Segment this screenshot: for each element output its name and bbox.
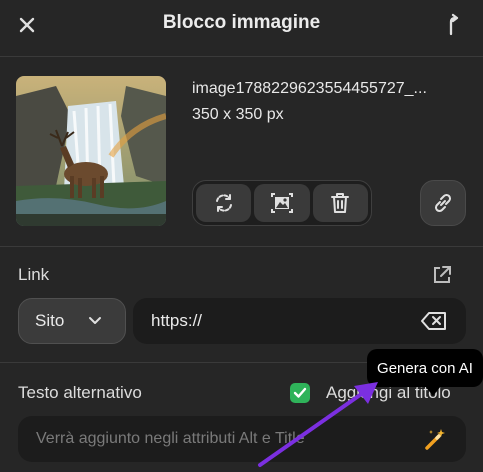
upload-arrow-icon [449,13,459,36]
focal-point-icon [270,193,293,213]
image-filename: image178822962355445572­7_... [192,80,427,97]
backspace-icon [421,312,446,330]
url-input[interactable]: https:// [133,298,466,344]
image-dimensions: 350 x 350 px [192,106,284,123]
delete-image-button[interactable] [312,184,368,222]
link-icon [434,193,452,213]
url-value: https:// [151,311,203,330]
tooltip-pointer [425,386,441,396]
divider [0,246,483,247]
focal-point-button[interactable] [254,184,310,222]
trash-icon [331,193,350,213]
link-type-value: Sito [35,311,65,330]
image-thumbnail[interactable] [16,76,166,226]
generate-ai-button[interactable] [422,426,448,452]
alt-text-label: Testo alternativo [18,383,142,402]
clear-url-button[interactable] [420,310,448,332]
image-tools-group [192,180,372,226]
link-label: Link [18,265,50,284]
external-link-icon [434,266,451,283]
annotation-arrow [258,382,378,467]
chevron-down-icon [89,317,102,324]
refresh-icon [215,194,232,212]
magic-wand-icon [425,429,445,450]
alt-text-input[interactable]: Verrà aggiunto negli attributi Alt e Tit… [18,416,466,462]
image-link-button[interactable] [420,180,466,226]
open-link-button[interactable] [431,264,453,286]
elk-waterfall-image [16,76,166,226]
panel-title: Blocco immagine [162,12,321,33]
upload-button[interactable] [440,12,466,38]
replace-image-button[interactable] [196,184,252,222]
divider [0,56,483,57]
link-type-select[interactable]: Sito [18,298,126,344]
